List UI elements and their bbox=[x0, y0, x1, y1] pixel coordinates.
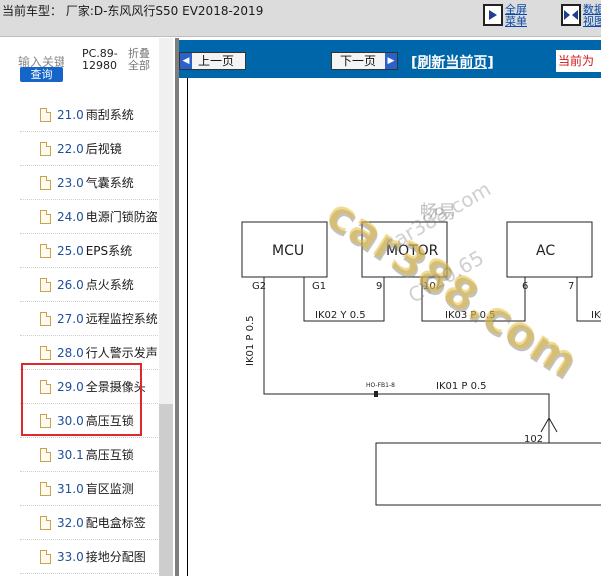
vehicle-title: 当前车型： 厂家:D-东风风行S50 EV2018-2019 bbox=[2, 4, 264, 18]
connector-pin-label: 102 bbox=[524, 434, 543, 445]
list-item[interactable]: 24.0 电源门锁防盗 bbox=[20, 200, 158, 234]
split-view-icon bbox=[561, 4, 581, 26]
pin-label: 9 bbox=[376, 281, 382, 292]
document-icon bbox=[40, 515, 51, 530]
item-number: 24.0 bbox=[57, 209, 84, 224]
chapter-list: 21.0 雨刮系统 22.0 后视镜 23.0 气囊系统 24.0 电源门锁防盗 25.… bbox=[20, 98, 158, 574]
document-icon bbox=[40, 345, 51, 360]
query-button[interactable]: 查询 bbox=[20, 67, 63, 82]
item-number: 32.0 bbox=[57, 515, 84, 530]
prev-page-label: 上一页 bbox=[198, 54, 235, 68]
item-label: 雨刮系统 bbox=[85, 108, 134, 122]
item-number: 28.0 bbox=[57, 345, 84, 360]
data-view-label: 数据视图 bbox=[583, 3, 601, 28]
next-page-label: 下一页 bbox=[340, 54, 377, 68]
list-item[interactable]: 33.0 接地分配图 bbox=[20, 540, 158, 574]
item-number: 27.0 bbox=[57, 311, 84, 326]
item-label: 气囊系统 bbox=[85, 176, 134, 190]
sidebar-scrollbar-thumb[interactable] bbox=[159, 404, 173, 576]
sidebar-search: 输入关键词 查询 PC.89-12980 折叠全部 bbox=[0, 38, 175, 90]
document-icon bbox=[40, 243, 51, 258]
list-item[interactable]: 21.0 雨刮系统 bbox=[20, 98, 158, 132]
arrow-right-icon: ▶ bbox=[385, 53, 397, 69]
document-icon bbox=[40, 277, 51, 292]
wire-label-vertical: IK01 P 0.5 bbox=[245, 315, 256, 366]
document-icon bbox=[40, 107, 51, 122]
ac-label: AC bbox=[536, 243, 555, 259]
current-page-label: 当前为 bbox=[556, 50, 601, 72]
list-item[interactable]: 22.0 后视镜 bbox=[20, 132, 158, 166]
connector-code: HO-FB1-8 bbox=[366, 382, 395, 389]
list-item[interactable]: 31.0 盲区监测 bbox=[20, 472, 158, 506]
item-number: 31.0 bbox=[57, 481, 84, 496]
page-nav-bar: ◀ 上一页 下一页 ▶ [刷新当前页] 当前为 bbox=[179, 40, 601, 78]
item-number: 33.0 bbox=[57, 549, 84, 564]
document-icon bbox=[40, 175, 51, 190]
document-icon bbox=[40, 481, 51, 496]
prev-page-button[interactable]: ◀ 上一页 bbox=[179, 52, 246, 70]
refresh-page-link[interactable]: [刷新当前页] bbox=[411, 52, 494, 72]
document-icon bbox=[40, 549, 51, 564]
item-number: 25.0 bbox=[57, 243, 84, 258]
mcu-label: MCU bbox=[272, 243, 304, 259]
document-icon bbox=[40, 311, 51, 326]
fold-all-button[interactable]: 折叠全部 bbox=[128, 48, 156, 72]
pin-label: G2 bbox=[252, 281, 266, 292]
item-label: 后视镜 bbox=[85, 142, 122, 156]
list-item[interactable]: 23.0 气囊系统 bbox=[20, 166, 158, 200]
item-label: 电源门锁防盗 bbox=[85, 210, 158, 224]
list-item[interactable]: 32.0 配电盒标签 bbox=[20, 506, 158, 540]
item-label: EPS系统 bbox=[85, 244, 133, 258]
wire-label: IK02 Y 0.5 bbox=[315, 310, 366, 321]
arrow-left-icon: ◀ bbox=[180, 53, 192, 69]
item-number: 23.0 bbox=[57, 175, 84, 190]
fullscreen-label: 全屏菜单 bbox=[505, 3, 527, 28]
item-label: 盲区监测 bbox=[85, 482, 134, 496]
highlight-annotation bbox=[21, 363, 142, 436]
wire-label: IK01 P 0.5 bbox=[436, 381, 487, 392]
document-icon bbox=[40, 447, 51, 462]
next-page-button[interactable]: 下一页 ▶ bbox=[331, 52, 398, 70]
sidebar: 输入关键词 查询 PC.89-12980 折叠全部 21.0雨刮系统 22.0后… bbox=[0, 38, 175, 576]
item-label: 接地分配图 bbox=[85, 550, 146, 564]
document-icon bbox=[40, 141, 51, 156]
item-label: 配电盒标签 bbox=[85, 516, 146, 530]
list-item[interactable]: 25.0 EPS系统 bbox=[20, 234, 158, 268]
pin-label: 6 bbox=[522, 281, 528, 292]
document-icon bbox=[40, 209, 51, 224]
item-label: 远程监控系统 bbox=[85, 312, 158, 326]
list-item[interactable]: 30.1 高压互锁 bbox=[20, 438, 158, 472]
item-label: 行人警示发声 bbox=[85, 346, 158, 360]
connector-box bbox=[375, 442, 601, 506]
list-item[interactable]: 26.0 点火系统 bbox=[20, 268, 158, 302]
fullscreen-icon bbox=[483, 4, 503, 26]
pin-label: 7 bbox=[568, 281, 574, 292]
item-label: 点火系统 bbox=[85, 278, 134, 292]
pc-code: PC.89-12980 bbox=[82, 47, 118, 72]
item-number: 30.1 bbox=[57, 447, 84, 462]
top-header: 当前车型： 厂家:D-东风风行S50 EV2018-2019 全屏菜单 数据视图 bbox=[0, 0, 601, 37]
fullscreen-menu-button[interactable]: 全屏菜单 bbox=[483, 4, 533, 32]
item-number: 21.0 bbox=[57, 107, 84, 122]
item-label: 高压互锁 bbox=[85, 448, 134, 462]
list-item[interactable]: 27.0 远程监控系统 bbox=[20, 302, 158, 336]
item-number: 26.0 bbox=[57, 277, 84, 292]
item-number: 22.0 bbox=[57, 141, 84, 156]
data-view-button[interactable]: 数据视图 bbox=[561, 4, 601, 32]
wire-label: IKO bbox=[591, 310, 601, 321]
pin-label: G1 bbox=[312, 281, 326, 292]
